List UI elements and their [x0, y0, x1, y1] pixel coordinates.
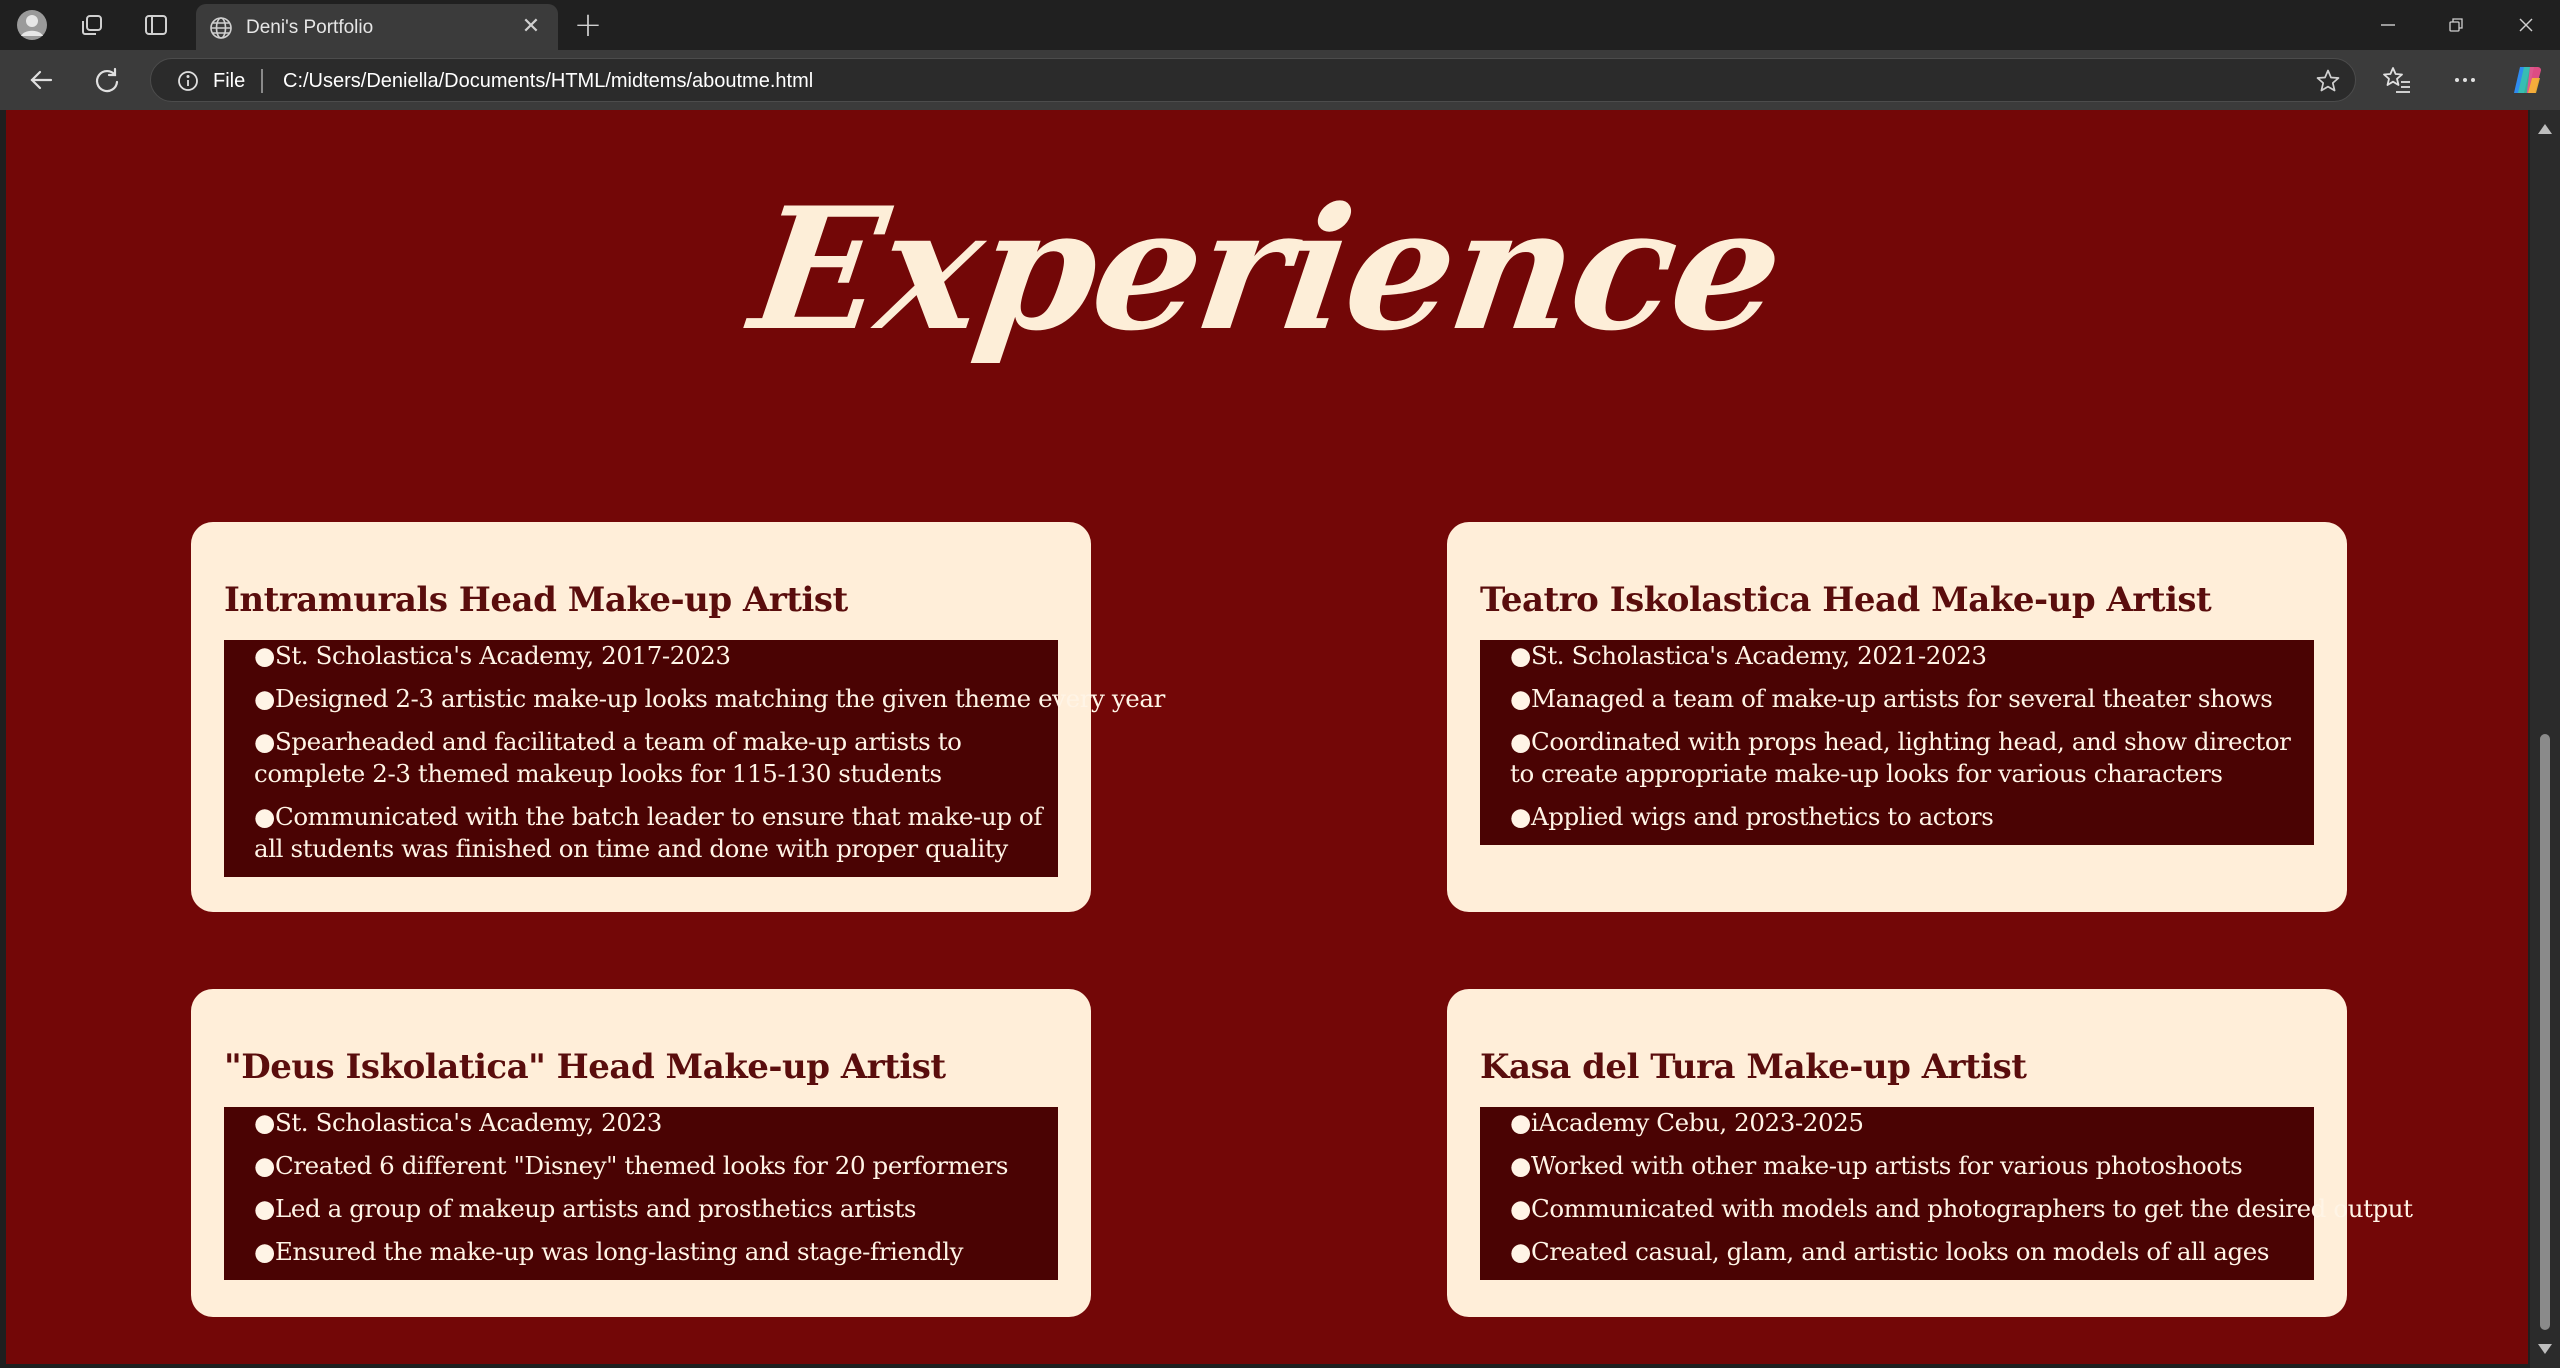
list-item: ●St. Scholastica's Academy, 2021-2023: [1510, 641, 1987, 670]
list-item: ●Coordinated with props head, lighting h…: [1510, 727, 2298, 788]
list-item: ●Applied wigs and prosthetics to actors: [1510, 802, 1994, 831]
list-item: ●St. Scholastica's Academy, 2017-2023: [254, 641, 731, 670]
scroll-thumb[interactable]: [2540, 734, 2550, 1330]
list-item: ●St. Scholastica's Academy, 2023: [254, 1108, 662, 1137]
list-item: ●Communicated with the batch leader to e…: [254, 802, 1050, 863]
list-item: ●Created 6 different "Disney" themed loo…: [254, 1151, 1008, 1180]
list-item: ●Designed 2-3 artistic make-up looks mat…: [254, 684, 1165, 713]
tab-actions-icon[interactable]: [140, 9, 172, 41]
address-bar[interactable]: File C:/Users/Deniella/Documents/HTML/mi…: [150, 58, 2356, 102]
experience-card-deus: "Deus Iskolatica" Head Make-up Artist ●S…: [191, 989, 1091, 1317]
list-item: ●Managed a team of make-up artists for s…: [1510, 684, 2273, 713]
card-title: "Deus Iskolatica" Head Make-up Artist: [224, 1047, 946, 1087]
list-item: ●Led a group of makeup artists and prost…: [254, 1194, 917, 1223]
viewport: Experience Intramurals Head Make-up Arti…: [0, 110, 2560, 1368]
card-details: ●St. Scholastica's Academy, 2021-2023 ●M…: [1480, 640, 2314, 845]
list-item: ●Created casual, glam, and artistic look…: [1510, 1237, 2270, 1266]
tab-title: Deni's Portfolio: [246, 17, 374, 38]
list-item: ●Spearheaded and facilitated a team of m…: [254, 727, 969, 788]
experience-card-intramurals: Intramurals Head Make-up Artist ●St. Sch…: [191, 522, 1165, 912]
tab-strip: Deni's Portfolio ✕ +: [0, 0, 2560, 50]
card-title: Teatro Iskolastica Head Make-up Artist: [1480, 580, 2212, 620]
list-item: ●Communicated with models and photograph…: [1510, 1194, 2413, 1223]
back-icon[interactable]: [24, 63, 58, 97]
close-tab-icon[interactable]: ✕: [518, 14, 544, 40]
list-item: ●Worked with other make-up artists for v…: [1510, 1151, 2243, 1180]
minimize-icon[interactable]: [2368, 10, 2408, 40]
toolbar: File C:/Users/Deniella/Documents/HTML/mi…: [0, 50, 2560, 110]
list-item: ●Ensured the make-up was long-lasting an…: [254, 1237, 964, 1266]
copilot-icon[interactable]: [2510, 63, 2544, 97]
vertical-scrollbar[interactable]: [2530, 110, 2560, 1368]
workspaces-icon[interactable]: [76, 9, 108, 41]
url-text[interactable]: C:/Users/Deniella/Documents/HTML/midtems…: [283, 70, 813, 93]
experience-card-kasa: Kasa del Tura Make-up Artist ●iAcademy C…: [1447, 989, 2413, 1317]
refresh-icon[interactable]: [90, 63, 124, 97]
url-separator: [261, 69, 263, 93]
info-icon[interactable]: [177, 70, 199, 92]
card-details: ●iAcademy Cebu, 2023-2025 ●Worked with o…: [1480, 1107, 2413, 1280]
active-tab[interactable]: Deni's Portfolio ✕: [196, 4, 558, 50]
card-title: Kasa del Tura Make-up Artist: [1480, 1047, 2027, 1087]
url-scheme-label: File: [213, 70, 246, 92]
list-item: ●iAcademy Cebu, 2023-2025: [1510, 1108, 1864, 1137]
page-title: Experience: [741, 170, 1793, 368]
experience-card-teatro: Teatro Iskolastica Head Make-up Artist ●…: [1447, 522, 2347, 912]
favorite-star-icon[interactable]: [2315, 68, 2341, 94]
window-close-icon[interactable]: [2506, 10, 2546, 40]
card-title: Intramurals Head Make-up Artist: [224, 580, 848, 620]
scroll-up-arrow-icon[interactable]: [2538, 124, 2552, 134]
globe-icon: [208, 15, 234, 41]
card-details: ●St. Scholastica's Academy, 2023 ●Create…: [224, 1107, 1058, 1280]
card-details: ●St. Scholastica's Academy, 2017-2023 ●D…: [224, 640, 1165, 877]
favorites-icon[interactable]: [2380, 63, 2414, 97]
scroll-down-arrow-icon[interactable]: [2538, 1344, 2552, 1354]
new-tab-button[interactable]: +: [572, 5, 604, 45]
page-content: Experience Intramurals Head Make-up Arti…: [6, 110, 2528, 1364]
profile-icon[interactable]: [16, 9, 48, 41]
restore-icon[interactable]: [2436, 10, 2476, 40]
more-icon[interactable]: [2448, 63, 2482, 97]
